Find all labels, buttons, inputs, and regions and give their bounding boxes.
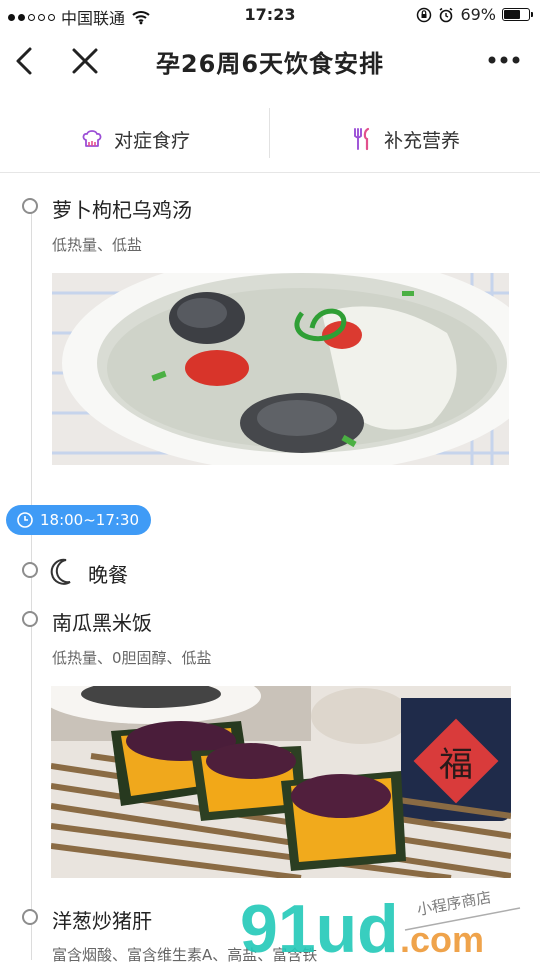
rotation-lock-icon (417, 7, 432, 22)
svg-text:.com: .com (400, 919, 484, 960)
svg-text:91ud: 91ud (240, 891, 399, 960)
timeline-node (22, 562, 38, 578)
tab-label: 对症食疗 (113, 129, 190, 152)
tab-bar: 对症食疗 补充营养 (0, 106, 540, 173)
battery-icon (502, 8, 533, 21)
timeline-line (31, 213, 32, 960)
moon-icon (50, 558, 71, 585)
dish-title[interactable]: 洋葱炒猪肝 (52, 905, 152, 934)
timeline-node (22, 909, 38, 925)
dish-photo-radish-soup[interactable] (52, 273, 509, 465)
timeline-node (22, 611, 38, 627)
more-icon[interactable] (486, 48, 522, 72)
timeline-node (22, 198, 38, 214)
dish-tags: 低热量、0胆固醇、低盐 (52, 649, 212, 667)
clock-icon (17, 512, 33, 528)
dish-tags: 低热量、低盐 (52, 236, 143, 254)
nav-bar: 孕26周6天饮食安排 (0, 30, 540, 94)
status-bar: 中国联通 17:23 69% (0, 0, 540, 30)
dish-title[interactable]: 萝卜枸杞乌鸡汤 (52, 194, 192, 223)
dish-photo-pumpkin-rice[interactable]: 福 (51, 686, 511, 878)
tab-nutrition[interactable]: 补充营养 (270, 106, 540, 172)
dish-title[interactable]: 南瓜黑米饭 (52, 607, 152, 636)
fu-character: 福 (439, 745, 473, 785)
tab-label: 补充营养 (383, 129, 460, 152)
watermark-logo: 91ud .com 小程序商店 (240, 888, 521, 960)
meal-heading-dinner: 晚餐 (88, 563, 128, 587)
time-badge-label: 18:00~17:30 (40, 511, 140, 529)
status-right: 69% (416, 5, 533, 24)
tab-symptom-diet[interactable]: 对症食疗 (0, 106, 270, 172)
alarm-icon (439, 7, 453, 22)
page-title: 孕26周6天饮食安排 (155, 50, 385, 78)
svg-text:小程序商店: 小程序商店 (416, 888, 493, 919)
battery-percent: 69% (460, 5, 496, 24)
time-badge: 18:00~17:30 (6, 505, 152, 535)
chef-hat-icon (82, 130, 102, 147)
fork-knife-icon (354, 127, 370, 151)
